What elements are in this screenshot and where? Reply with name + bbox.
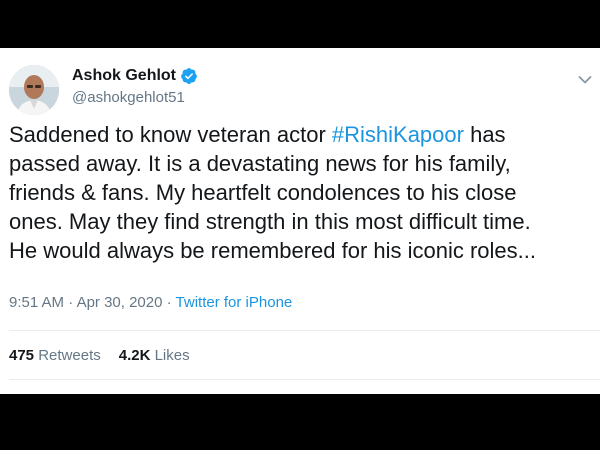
bottom-black-bar [0, 394, 600, 450]
tweet-card: Ashok Gehlot @ashokgehlot51 Saddened to … [0, 48, 600, 394]
divider [9, 379, 600, 380]
tweet-text: Saddened to know veteran actor #RishiKap… [9, 120, 594, 265]
author-handle[interactable]: @ashokgehlot51 [72, 89, 185, 106]
tweet-source-link[interactable]: Twitter for iPhone [176, 294, 293, 311]
retweets-stat[interactable]: 475 Retweets [9, 347, 101, 364]
tweet-line-3: friends & fans. My heartfelt condolences… [9, 180, 517, 205]
author-name[interactable]: Ashok Gehlot [72, 67, 176, 85]
tweet-line-5: He would always be remembered for his ic… [9, 238, 537, 263]
verified-badge-icon [180, 67, 198, 85]
likes-stat[interactable]: 4.2K Likes [119, 347, 190, 364]
hashtag-link[interactable]: #RishiKapoor [332, 122, 464, 147]
divider [9, 330, 600, 331]
retweets-label: Retweets [38, 347, 101, 364]
tweet-meta: 9:51 AM · Apr 30, 2020 · Twitter for iPh… [9, 294, 292, 311]
tweet-time[interactable]: 9:51 AM [9, 294, 64, 311]
tweet-stats: 475 Retweets 4.2K Likes [9, 347, 190, 364]
meta-separator: · [162, 294, 176, 311]
meta-separator: · [64, 294, 77, 311]
tweet-line-4: ones. May they find strength in this mos… [9, 209, 531, 234]
tweet-line-1: Saddened to know veteran actor #RishiKap… [9, 120, 594, 149]
tweet-line-1-end: has [463, 122, 506, 147]
likes-count: 4.2K [118, 347, 151, 364]
author-name-row: Ashok Gehlot [72, 67, 198, 85]
tweet-date[interactable]: Apr 30, 2020 [77, 294, 163, 311]
retweets-count: 475 [9, 347, 35, 364]
chevron-down-icon[interactable] [578, 72, 592, 90]
avatar[interactable] [9, 65, 59, 115]
top-black-bar [0, 0, 600, 48]
tweet-line-2: passed away. It is a devastating news fo… [9, 151, 511, 176]
tweet-line-1-start: Saddened to know veteran actor [9, 122, 332, 147]
likes-label: Likes [154, 347, 190, 364]
